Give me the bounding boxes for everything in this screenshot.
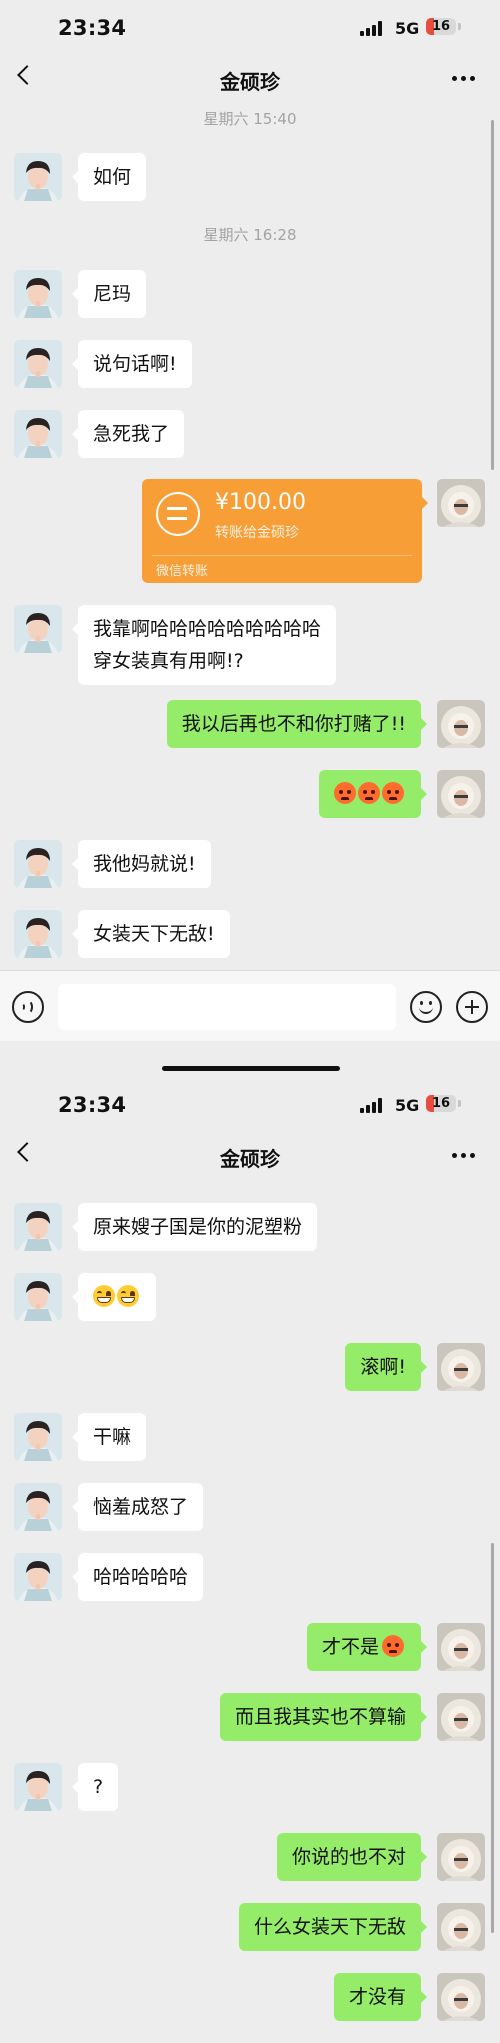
network-label: 5G (395, 1096, 420, 1115)
battery-level: 16 (431, 1096, 451, 1111)
battery-icon: 16 (426, 1095, 456, 1112)
friend-avatar[interactable] (14, 1553, 62, 1601)
more-options-icon[interactable] (452, 1153, 476, 1159)
self-avatar[interactable] (437, 1833, 485, 1881)
signal-icon (360, 20, 386, 36)
self-avatar[interactable] (437, 1693, 485, 1741)
home-indicator (162, 1066, 340, 1071)
status-time: 23:34 (58, 16, 127, 40)
nav-bar: 金硕珍 (0, 54, 500, 104)
friend-avatar[interactable] (14, 910, 62, 958)
chat-title: 金硕珍 (220, 70, 280, 94)
grin-emoji-icon (117, 1285, 139, 1307)
chat-screen-1: 23:34 5G 16 金硕珍 星期六 15:40 如何 星期六 16:28 尼… (0, 0, 500, 1077)
self-avatar[interactable] (437, 770, 485, 818)
friend-avatar[interactable] (14, 340, 62, 388)
message-bubble[interactable]: 我以后再也不和你打赌了!! (166, 700, 428, 748)
plus-icon[interactable] (456, 991, 488, 1023)
status-time: 23:34 (58, 1093, 127, 1117)
nav-bar: 金硕珍 (0, 1131, 500, 1181)
friend-avatar[interactable] (14, 270, 62, 318)
message-bubble[interactable]: 哈哈哈哈哈 (71, 1553, 204, 1601)
signal-icon (360, 1097, 386, 1113)
friend-avatar[interactable] (14, 1483, 62, 1531)
transfer-divider (152, 555, 412, 556)
angry-emoji-icon (334, 782, 356, 804)
screenshot-root: 23:34 5G 16 金硕珍 星期六 15:40 如何 星期六 16:28 尼… (0, 0, 500, 2043)
transfer-arrows-icon (156, 492, 200, 536)
network-label: 5G (395, 19, 420, 38)
message-bubble[interactable]: ? (71, 1763, 119, 1811)
status-bar: 23:34 5G 16 (0, 1077, 500, 1131)
message-bubble[interactable]: 急死我了 (71, 410, 185, 458)
emoji-bubble[interactable] (72, 1273, 156, 1321)
friend-avatar[interactable] (14, 1273, 62, 1321)
status-bar: 23:34 5G 16 (0, 0, 500, 54)
transfer-description: 转账给金硕珍 (215, 525, 299, 541)
message-line: 我靠啊哈哈哈哈哈哈哈哈哈 (93, 618, 322, 640)
input-bar (0, 970, 500, 1041)
message-bubble[interactable]: 如何 (71, 153, 147, 201)
message-text: 才不是 (321, 1636, 379, 1658)
grin-emoji-icon (93, 1285, 115, 1307)
message-bubble[interactable]: 原来嫂子国是你的泥塑粉 (71, 1203, 318, 1251)
battery-icon: 16 (426, 18, 456, 35)
chat-title: 金硕珍 (220, 1147, 280, 1171)
more-options-icon[interactable] (452, 76, 476, 82)
self-avatar[interactable] (437, 1903, 485, 1951)
message-bubble[interactable]: 干嘛 (71, 1413, 147, 1461)
friend-avatar[interactable] (14, 605, 62, 653)
emoji-bubble[interactable] (319, 770, 427, 818)
message-bubble[interactable]: 我他妈就说! (72, 840, 211, 888)
friend-avatar[interactable] (14, 1203, 62, 1251)
friend-avatar[interactable] (14, 410, 62, 458)
battery-tip (458, 23, 461, 30)
chat-screen-2: 23:34 5G 16 金硕珍 原来嫂子国是你的泥塑粉 滚啊! 干嘛 恼羞成怒了… (0, 1077, 500, 2043)
message-input[interactable] (58, 984, 396, 1030)
angry-emoji-icon (382, 782, 404, 804)
message-bubble[interactable]: 才不是 (306, 1623, 428, 1671)
friend-avatar[interactable] (14, 1763, 62, 1811)
message-bubble[interactable]: 尼玛 (71, 270, 147, 318)
message-bubble[interactable]: 女装天下无敌! (72, 910, 230, 958)
message-bubble[interactable]: 什么女装天下无敌 (238, 1903, 428, 1951)
voice-icon[interactable] (12, 991, 44, 1023)
friend-avatar[interactable] (14, 1413, 62, 1461)
transfer-amount: ¥100.00 (215, 490, 306, 515)
self-avatar[interactable] (437, 1973, 485, 2021)
self-avatar[interactable] (437, 1343, 485, 1391)
message-bubble[interactable]: 而且我其实也不算输 (219, 1693, 428, 1741)
scrollbar[interactable] (491, 1543, 494, 1933)
friend-avatar[interactable] (14, 840, 62, 888)
scrollbar[interactable] (491, 120, 494, 470)
transfer-footer: 微信转账 (156, 564, 209, 579)
message-bubble[interactable]: 恼羞成怒了 (71, 1483, 204, 1531)
angry-emoji-icon (358, 782, 380, 804)
message-bubble[interactable]: 才没有 (333, 1973, 428, 2021)
self-avatar[interactable] (437, 479, 485, 527)
emoji-icon[interactable] (410, 991, 442, 1023)
message-bubble[interactable]: 你说的也不对 (276, 1833, 428, 1881)
angry-emoji-icon (382, 1635, 404, 1657)
message-bubble[interactable]: 说句话啊! (72, 340, 192, 388)
self-avatar[interactable] (437, 1623, 485, 1671)
transfer-card[interactable]: ¥100.00 转账给金硕珍 微信转账 (142, 479, 428, 583)
battery-level: 16 (431, 19, 451, 34)
friend-avatar[interactable] (14, 153, 62, 201)
self-avatar[interactable] (437, 700, 485, 748)
message-line: 穿女装真有用啊!? (93, 650, 244, 672)
message-bubble[interactable]: 我靠啊哈哈哈哈哈哈哈哈哈 穿女装真有用啊!? (71, 605, 337, 685)
timestamp: 星期六 16:28 (203, 226, 297, 244)
message-bubble[interactable]: 滚啊! (345, 1343, 427, 1391)
timestamp: 星期六 15:40 (203, 110, 297, 128)
battery-tip (458, 1100, 461, 1107)
